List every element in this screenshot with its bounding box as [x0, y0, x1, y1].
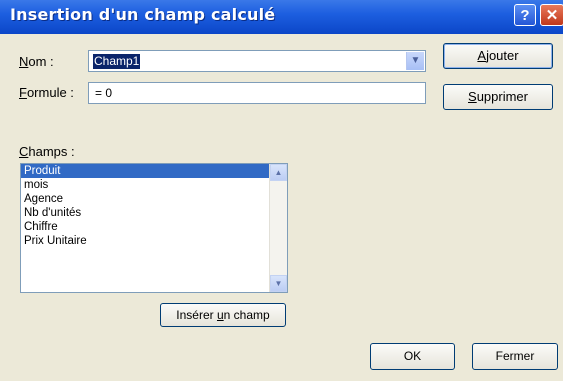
- champs-label: Champs :: [19, 144, 75, 159]
- champs-list-item[interactable]: mois: [21, 178, 287, 192]
- title-bar: Insertion d'un champ calculé ? ✕: [0, 0, 563, 34]
- insertion-champ-calcule-dialog: Insertion d'un champ calculé ? ✕ Nom : C…: [0, 0, 563, 381]
- chevron-down-icon[interactable]: ▼: [406, 52, 424, 70]
- champs-list-item[interactable]: Chiffre: [21, 220, 287, 234]
- champs-list-item[interactable]: Nb d'unités: [21, 206, 287, 220]
- window-title: Insertion d'un champ calculé: [10, 5, 276, 24]
- help-icon: ?: [520, 7, 530, 24]
- champs-list-item[interactable]: Produit: [21, 164, 270, 178]
- close-icon: ✕: [545, 7, 559, 24]
- close-button[interactable]: ✕: [540, 4, 563, 26]
- fermer-button[interactable]: Fermer: [472, 343, 558, 370]
- champs-list-item[interactable]: Prix Unitaire: [21, 234, 287, 248]
- nom-value: Champ1: [93, 54, 141, 69]
- supprimer-button[interactable]: Supprimer: [443, 84, 553, 110]
- scroll-down-arrow-icon[interactable]: ▼: [270, 275, 287, 292]
- champs-list-item[interactable]: Agence: [21, 192, 287, 206]
- nom-combobox[interactable]: Champ1 ▼: [88, 50, 426, 72]
- vertical-scrollbar[interactable]: ▲ ▼: [269, 164, 287, 292]
- ok-button[interactable]: OK: [370, 343, 455, 370]
- champs-listbox[interactable]: Produit mois Agence Nb d'unités Chiffre Prix …: [20, 163, 288, 293]
- scroll-up-arrow-icon[interactable]: ▲: [270, 164, 287, 181]
- inserer-un-champ-button[interactable]: Insérer un champ: [160, 303, 286, 327]
- champs-list-items: Produit mois Agence Nb d'unités Chiffre Prix …: [21, 164, 287, 248]
- formule-label: Formule :: [19, 85, 74, 100]
- help-button[interactable]: ?: [514, 4, 536, 26]
- formule-input[interactable]: = 0: [88, 82, 426, 104]
- ajouter-button[interactable]: Ajouter: [443, 43, 553, 69]
- nom-label: Nom :: [19, 54, 54, 69]
